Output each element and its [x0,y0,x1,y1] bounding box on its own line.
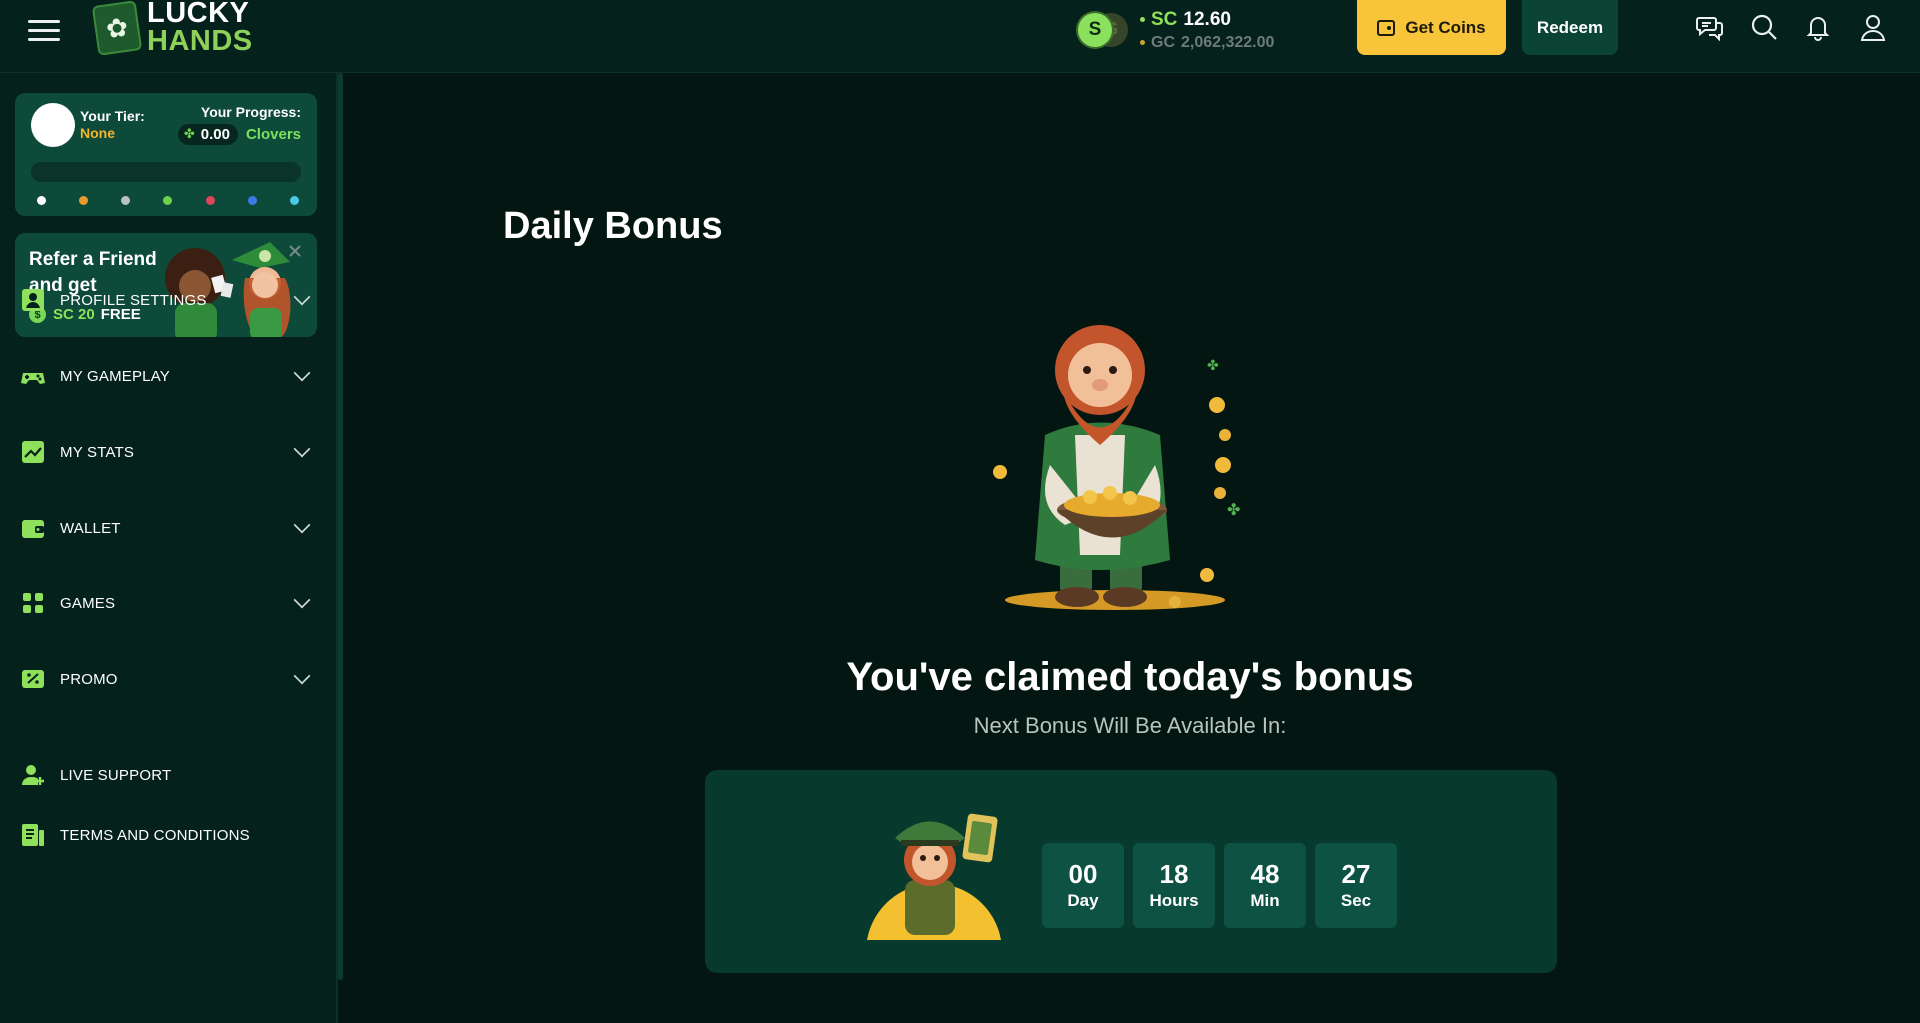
logo-text-line2: HANDS [147,25,253,57]
tier-level-dot [289,195,299,205]
chevron-down-icon [293,440,311,458]
tier-level-dot [79,195,89,205]
hamburger-menu-icon[interactable] [28,18,62,42]
sidebar-item-my-gameplay[interactable]: MY GAMEPLAY [0,352,338,400]
countdown-unit: Sec [1340,890,1372,910]
sidebar-item-profile-settings[interactable]: PROFILE SETTINGS [0,276,338,324]
progress-value: ✤ 0.00 Clovers [177,123,301,145]
coin-toggle-icon: G S [1076,10,1132,50]
sidebar-item-wallet[interactable]: WALLET [0,504,338,552]
countdown-unit: Day [1067,890,1099,910]
clover-card-icon: ✿ [91,0,143,56]
gamepad-icon [20,363,46,389]
chevron-down-icon [293,591,311,609]
get-coins-button[interactable]: Get Coins [1357,0,1506,55]
sc-balance: SC 12.60 [1140,9,1274,31]
leprechaun-illustration: ✤ ✤ [993,325,1240,610]
page-title: Daily Bonus [503,205,723,247]
svg-text:✤: ✤ [1207,357,1219,373]
search-icon[interactable] [1747,10,1781,44]
leprechaun-ticket-illustration [867,813,1001,940]
claimed-heading: You've claimed today's bonus [846,655,1414,699]
countdown-unit: Min [1250,890,1280,910]
tier-badge-icon [31,103,75,147]
balance-widget[interactable]: G S SC 12.60 GC 2,062,322.00 [1076,9,1274,52]
tier-card: Your Tier: None Your Progress: ✤ 0.00 Cl… [15,93,317,216]
chevron-down-icon [293,288,311,306]
gc-balance: GC 2,062,322.00 [1140,34,1274,52]
svg-text:✤: ✤ [1227,502,1240,519]
sidebar-item-label: TERMS AND CONDITIONS [60,826,250,844]
support-icon [20,762,46,788]
tier-levels [37,195,299,205]
tier-label: Your Tier: [80,108,145,124]
sidebar-item-label: MY GAMEPLAY [60,367,171,385]
sidebar-item-my-stats[interactable]: MY STATS [0,428,338,476]
bell-icon[interactable] [1801,10,1835,44]
sidebar-item-label: PROFILE SETTINGS [60,291,207,309]
countdown-value: 18 [1159,859,1189,890]
redeem-button[interactable]: Redeem [1522,0,1618,55]
tier-level-dot [163,195,173,205]
tier-level-dot [205,195,215,205]
countdown-sec: 27 Sec [1315,843,1397,928]
progress-label: Your Progress: [200,104,301,120]
countdown-hours: 18 Hours [1133,843,1215,928]
chevron-down-icon [293,516,311,534]
wallet-icon [1377,19,1396,36]
sidebar-item-label: WALLET [60,519,121,537]
sidebar-item-games[interactable]: GAMES [0,579,338,627]
wallet-icon [20,515,46,541]
tier-level-dot [121,195,131,205]
gc-amount: 2,062,322.00 [1181,33,1275,51]
next-bonus-label: Next Bonus Will Be Available In: [973,713,1287,738]
top-header: ✿ LUCKY HANDS G S SC 12.60 GC 2,062,322.… [0,0,1920,73]
countdown-card: 00 Day 18 Hours 48 Min 27 Sec [705,770,1557,973]
countdown-min: 48 Min [1224,843,1306,928]
sidebar-item-label: LIVE SUPPORT [60,766,172,784]
clover-icon: ✤ [183,126,195,141]
sidebar-item-live-support[interactable]: LIVE SUPPORT [0,751,338,799]
grid-icon [20,590,46,616]
sidebar-item-terms-and-conditions[interactable]: TERMS AND CONDITIONS [0,811,338,859]
countdown-value: 48 [1250,859,1280,890]
countdown-unit: Hours [1149,890,1199,910]
user-icon[interactable] [1856,10,1890,44]
sidebar: Your Tier: None Your Progress: ✤ 0.00 Cl… [0,73,338,1023]
stats-icon [20,439,46,465]
profile-icon [20,287,46,313]
chat-icon[interactable] [1693,10,1727,44]
countdown-day: 00 Day [1042,843,1124,928]
tier-value: None [80,125,115,141]
document-icon [20,822,46,848]
tier-level-dot [37,195,46,205]
tier-level-dot [247,195,257,205]
sidebar-item-label: MY STATS [60,443,135,461]
countdown-value: 00 [1068,859,1098,890]
tier-progress-bar [31,162,301,182]
sc-amount: 12.60 [1183,8,1231,30]
sidebar-scrollbar[interactable] [338,73,343,980]
countdown-value: 27 [1341,859,1371,890]
chevron-down-icon [293,364,311,382]
logo[interactable]: ✿ LUCKY HANDS [91,0,253,57]
logo-text-line1: LUCKY [147,0,250,30]
sidebar-item-label: GAMES [60,594,116,612]
